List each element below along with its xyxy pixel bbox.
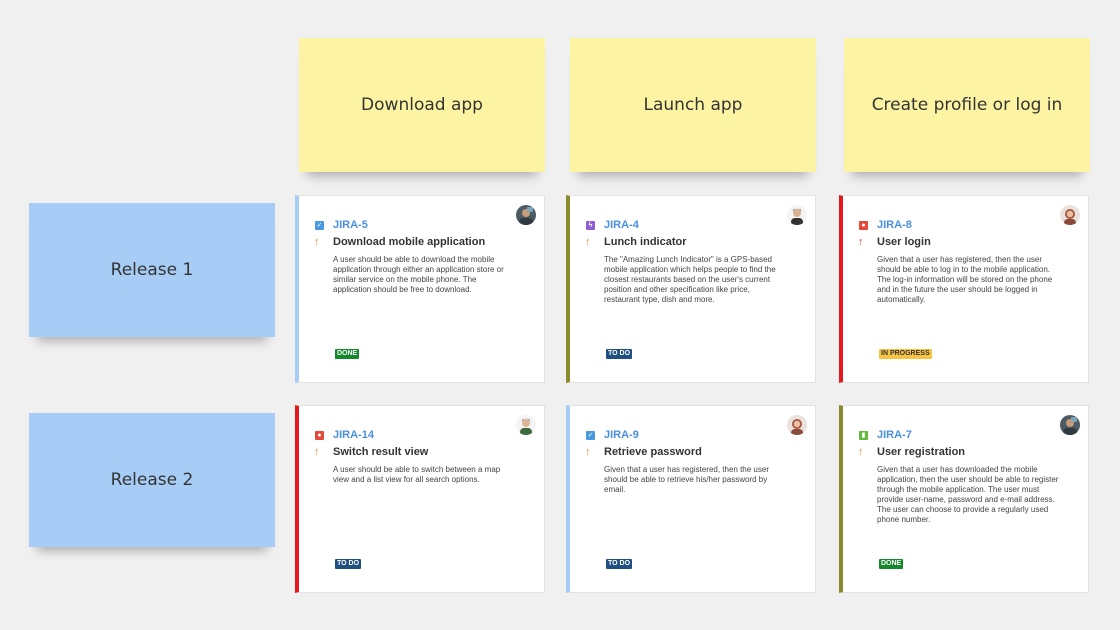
arrow-up-icon: ↑ (314, 446, 320, 458)
issue-key-text: JIRA-8 (877, 219, 912, 231)
issue-card[interactable]: ● JIRA-8 ↑ User login Given that a user … (839, 195, 1089, 383)
column-sticky-create-profile[interactable]: Create profile or log in (844, 38, 1090, 172)
issue-key-text: JIRA-14 (333, 429, 374, 441)
epic-icon: ϟ (586, 221, 595, 230)
issue-title: ↑ Retrieve password (585, 445, 803, 459)
issue-card[interactable]: ▮ JIRA-7 ↑ User registration Given that … (839, 405, 1089, 593)
issue-key-link[interactable]: ● JIRA-8 (859, 219, 1076, 232)
issue-key-link[interactable]: ϟ JIRA-4 (586, 219, 803, 232)
issue-title: ↑ Switch result view (314, 445, 532, 459)
issue-card[interactable]: ● JIRA-14 ↑ Switch result view A user sh… (295, 405, 545, 593)
column-sticky-launch-app[interactable]: Launch app (570, 38, 816, 172)
issue-key-text: JIRA-7 (877, 429, 912, 441)
issue-title-text: User login (877, 236, 931, 248)
issue-title: ↑ User registration (858, 445, 1076, 459)
issue-title: ↑ Lunch indicator (585, 235, 803, 249)
task-icon: ✓ (315, 221, 324, 230)
issue-description: A user should be able to switch between … (333, 465, 501, 484)
status-badge: TO DO (606, 349, 633, 359)
issue-key-link[interactable]: ▮ JIRA-7 (859, 429, 1076, 442)
issue-title-text: Lunch indicator (604, 236, 687, 248)
issue-card[interactable]: ✓ JIRA-5 ↑ Download mobile application A… (295, 195, 545, 383)
arrow-up-icon: ↑ (585, 236, 591, 248)
issue-key-link[interactable]: ✓ JIRA-5 (315, 219, 532, 232)
release-label: Release 1 (110, 260, 194, 280)
issue-title: ↑ User login (858, 235, 1076, 249)
issue-key-link[interactable]: ● JIRA-14 (315, 429, 532, 442)
issue-title-text: User registration (877, 446, 966, 458)
task-icon: ✓ (586, 431, 595, 440)
bug-icon: ● (859, 221, 868, 230)
arrow-up-icon: ↑ (858, 446, 864, 458)
release-sticky-2[interactable]: Release 2 (29, 413, 275, 547)
arrow-up-icon: ↑ (314, 236, 320, 248)
issue-key-text: JIRA-4 (604, 219, 639, 231)
status-badge: TO DO (606, 559, 633, 569)
issue-title: ↑ Download mobile application (314, 235, 532, 249)
issue-description: Given that a user has registered, then t… (877, 255, 1053, 304)
issue-description: A user should be able to download the mo… (333, 255, 504, 294)
bug-icon: ● (315, 431, 324, 440)
status-badge: IN PROGRESS (879, 349, 932, 359)
issue-description: Given that a user has downloaded the mob… (877, 465, 1059, 524)
column-label: Launch app (643, 95, 743, 115)
story-icon: ▮ (859, 431, 868, 440)
release-sticky-1[interactable]: Release 1 (29, 203, 275, 337)
issue-key-text: JIRA-9 (604, 429, 639, 441)
column-label: Download app (361, 95, 483, 115)
issue-description: The "Amazing Lunch Indicator" is a GPS-b… (604, 255, 776, 304)
release-label: Release 2 (110, 470, 194, 490)
column-sticky-download-app[interactable]: Download app (299, 38, 545, 172)
arrow-up-icon: ↑ (585, 446, 591, 458)
issue-title-text: Retrieve password (604, 446, 702, 458)
status-badge: TO DO (335, 559, 362, 569)
issue-key-link[interactable]: ✓ JIRA-9 (586, 429, 803, 442)
issue-description: Given that a user has registered, then t… (604, 465, 769, 494)
issue-title-text: Switch result view (333, 446, 429, 458)
issue-title-text: Download mobile application (333, 236, 486, 248)
arrow-up-icon: ↑ (858, 236, 864, 248)
issue-card[interactable]: ϟ JIRA-4 ↑ Lunch indicator The "Amazing … (566, 195, 816, 383)
status-badge: DONE (335, 349, 360, 359)
column-label: Create profile or log in (871, 95, 1063, 115)
status-badge: DONE (879, 559, 904, 569)
issue-key-text: JIRA-5 (333, 219, 368, 231)
issue-card[interactable]: ✓ JIRA-9 ↑ Retrieve password Given that … (566, 405, 816, 593)
